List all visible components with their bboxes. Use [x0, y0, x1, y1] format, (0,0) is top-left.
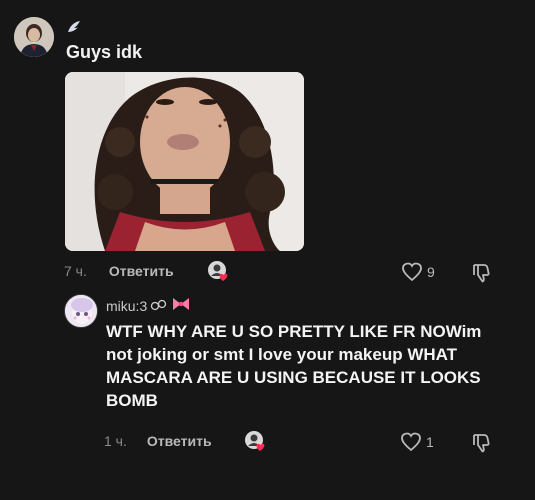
chain-icon	[150, 298, 168, 314]
comment-thread: Guys idk 7 ч. Ответить 9 miku:3 WTF WHY …	[0, 0, 535, 500]
comment-time: 7 ч.	[64, 263, 87, 279]
creator-liked-badge-icon	[243, 429, 267, 453]
thumbs-down-icon	[473, 264, 490, 283]
comment-photo[interactable]	[65, 72, 304, 251]
like-count: 9	[427, 264, 435, 280]
reply-time: 1 ч.	[104, 433, 127, 449]
bow-icon	[171, 296, 191, 315]
reply-like-count: 1	[426, 434, 434, 450]
thumbs-down-icon	[473, 434, 490, 453]
like-button[interactable]: 9	[401, 262, 435, 282]
reply-avatar[interactable]	[64, 294, 98, 328]
creator-liked-badge-icon	[206, 259, 230, 283]
reply-username-row[interactable]: miku:3	[106, 296, 191, 315]
reply-dislike-button[interactable]	[470, 432, 492, 454]
reply-like-button[interactable]: 1	[400, 432, 434, 452]
reply-reply-button[interactable]: Ответить	[147, 433, 212, 449]
comment-actions: 7 ч. Ответить	[64, 260, 174, 282]
reply-button[interactable]: Ответить	[109, 263, 174, 279]
heart-outline-icon	[402, 262, 422, 282]
dislike-button[interactable]	[470, 262, 492, 284]
avatar[interactable]	[14, 17, 54, 57]
wing-icon	[66, 20, 82, 36]
heart-outline-icon	[401, 432, 421, 452]
reply-username[interactable]: miku:3	[106, 298, 147, 314]
comment-text: Guys idk	[66, 42, 143, 62]
reply-actions: 1 ч. Ответить	[104, 430, 212, 452]
reply-text: WTF WHY ARE U SO PRETTY LIKE FR NOWim no…	[106, 322, 482, 410]
